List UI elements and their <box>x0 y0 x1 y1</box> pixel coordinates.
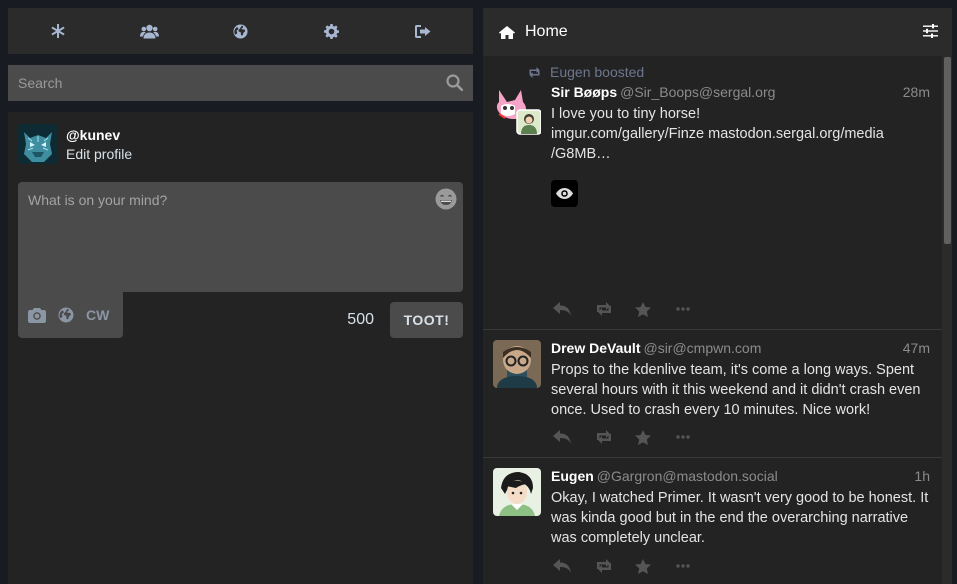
status-item[interactable]: Eugen boosted Sir Bøøps @Sir_Boops@sergal… <box>483 56 952 330</box>
reply-icon <box>553 559 571 573</box>
favourite-button[interactable] <box>635 301 675 317</box>
privacy-button[interactable] <box>58 307 74 323</box>
display-name[interactable]: Drew DeVault <box>551 340 640 356</box>
compose-form <box>18 182 463 292</box>
timestamp[interactable]: 47m <box>903 340 930 356</box>
status-text-line: I love you to tiny horse! <box>551 106 701 122</box>
star-icon <box>635 558 651 574</box>
reply-icon <box>553 302 571 316</box>
camera-icon <box>28 307 46 323</box>
sliders-icon[interactable] <box>923 24 938 38</box>
ellipsis-icon <box>676 307 690 311</box>
more-options-button[interactable] <box>676 435 716 439</box>
compose-column: @kunev Edit profile <box>8 8 473 584</box>
navigation-bar <box>8 8 473 54</box>
logout-button[interactable] <box>403 11 443 51</box>
sign-out-icon <box>415 24 431 38</box>
status-link-continued[interactable]: /G8MB… <box>551 144 930 164</box>
retweet-icon <box>597 302 611 316</box>
globe-icon <box>233 23 248 39</box>
search-icon[interactable] <box>446 74 463 91</box>
globe-icon <box>58 307 74 323</box>
retweet-icon <box>529 66 540 78</box>
timestamp[interactable]: 28m <box>903 84 930 100</box>
home-column: Home Eugen boosted Sir Bøøps @Sir_Boops@… <box>483 8 952 584</box>
status-actions <box>493 546 717 584</box>
status-actions <box>493 289 717 329</box>
account-handle[interactable]: @Gargron@mastodon.social <box>597 468 778 484</box>
display-name[interactable]: Sir Bøøps <box>551 84 617 100</box>
status-item[interactable]: Eugen @Gargron@mastodon.social 1h Okay, I… <box>483 458 952 584</box>
timeline-feed[interactable]: Eugen boosted Sir Bøøps @Sir_Boops@sergal… <box>483 56 952 584</box>
star-icon <box>635 301 651 317</box>
boost-button[interactable] <box>594 302 634 316</box>
avatar[interactable] <box>18 124 58 164</box>
status-content: I love you to tiny horse! imgur.com/gall… <box>493 104 930 207</box>
feed-scrollbar[interactable] <box>942 56 952 584</box>
search-box <box>8 65 473 101</box>
reply-button[interactable] <box>553 559 593 573</box>
account-handle[interactable]: @sir@cmpwn.com <box>643 340 761 356</box>
ellipsis-icon <box>676 435 690 439</box>
status-item[interactable]: Drew DeVault @sir@cmpwn.com 47m Props to … <box>483 330 952 458</box>
boost-button[interactable] <box>594 559 634 573</box>
preferences-button[interactable] <box>312 11 352 51</box>
compose-panel: @kunev Edit profile What is on your mind… <box>8 112 473 584</box>
gear-icon <box>324 23 340 39</box>
character-counter: 500 <box>347 311 374 328</box>
asterisk-icon <box>51 24 65 38</box>
edit-profile-link[interactable]: Edit profile <box>66 146 132 162</box>
compose-tools: CW <box>18 292 123 338</box>
reply-button[interactable] <box>553 430 593 444</box>
reply-icon <box>553 430 571 444</box>
favourite-button[interactable] <box>635 558 675 574</box>
status-link[interactable]: imgur.com/gallery/Finze mastodon.sergal.… <box>551 124 930 144</box>
profile-handle[interactable]: @kunev <box>66 127 132 143</box>
boosted-by-label[interactable]: Eugen boosted <box>550 64 644 80</box>
retweet-icon <box>597 559 611 573</box>
star-icon <box>635 429 651 445</box>
retweet-icon <box>597 430 611 444</box>
current-user-profile: @kunev Edit profile <box>8 112 473 176</box>
more-options-button[interactable] <box>676 307 716 311</box>
status-actions <box>493 417 717 457</box>
timestamp[interactable]: 1h <box>914 468 930 484</box>
more-options-button[interactable] <box>676 564 716 568</box>
emoji-icon[interactable] <box>435 188 457 210</box>
eye-icon <box>556 188 573 199</box>
compose-footer: CW 500 TOOT! <box>18 292 463 338</box>
sensitive-media-toggle[interactable] <box>551 180 578 207</box>
users-icon <box>139 24 159 38</box>
ellipsis-icon <box>676 564 690 568</box>
home-icon <box>499 25 515 39</box>
upload-media-button[interactable] <box>28 307 46 323</box>
boost-indicator: Eugen boosted <box>493 60 930 84</box>
display-name[interactable]: Eugen <box>551 468 594 484</box>
local-timeline-button[interactable] <box>129 11 169 51</box>
toot-button[interactable]: TOOT! <box>390 302 463 338</box>
account-handle[interactable]: @Sir_Boops@sergal.org <box>620 84 775 100</box>
search-input[interactable] <box>8 65 473 101</box>
getting-started-button[interactable] <box>38 11 78 51</box>
boost-button[interactable] <box>594 430 634 444</box>
reply-button[interactable] <box>553 302 593 316</box>
favourite-button[interactable] <box>635 429 675 445</box>
column-header[interactable]: Home <box>483 8 952 56</box>
column-title: Home <box>525 23 568 40</box>
scrollbar-thumb[interactable] <box>944 57 951 244</box>
compose-textarea[interactable] <box>18 182 463 292</box>
content-warning-button[interactable]: CW <box>86 307 109 323</box>
status-content: Okay, I watched Primer. It wasn't very g… <box>551 490 929 546</box>
federated-timeline-button[interactable] <box>220 11 260 51</box>
status-content: Props to the kdenlive team, it's come a … <box>551 362 921 418</box>
